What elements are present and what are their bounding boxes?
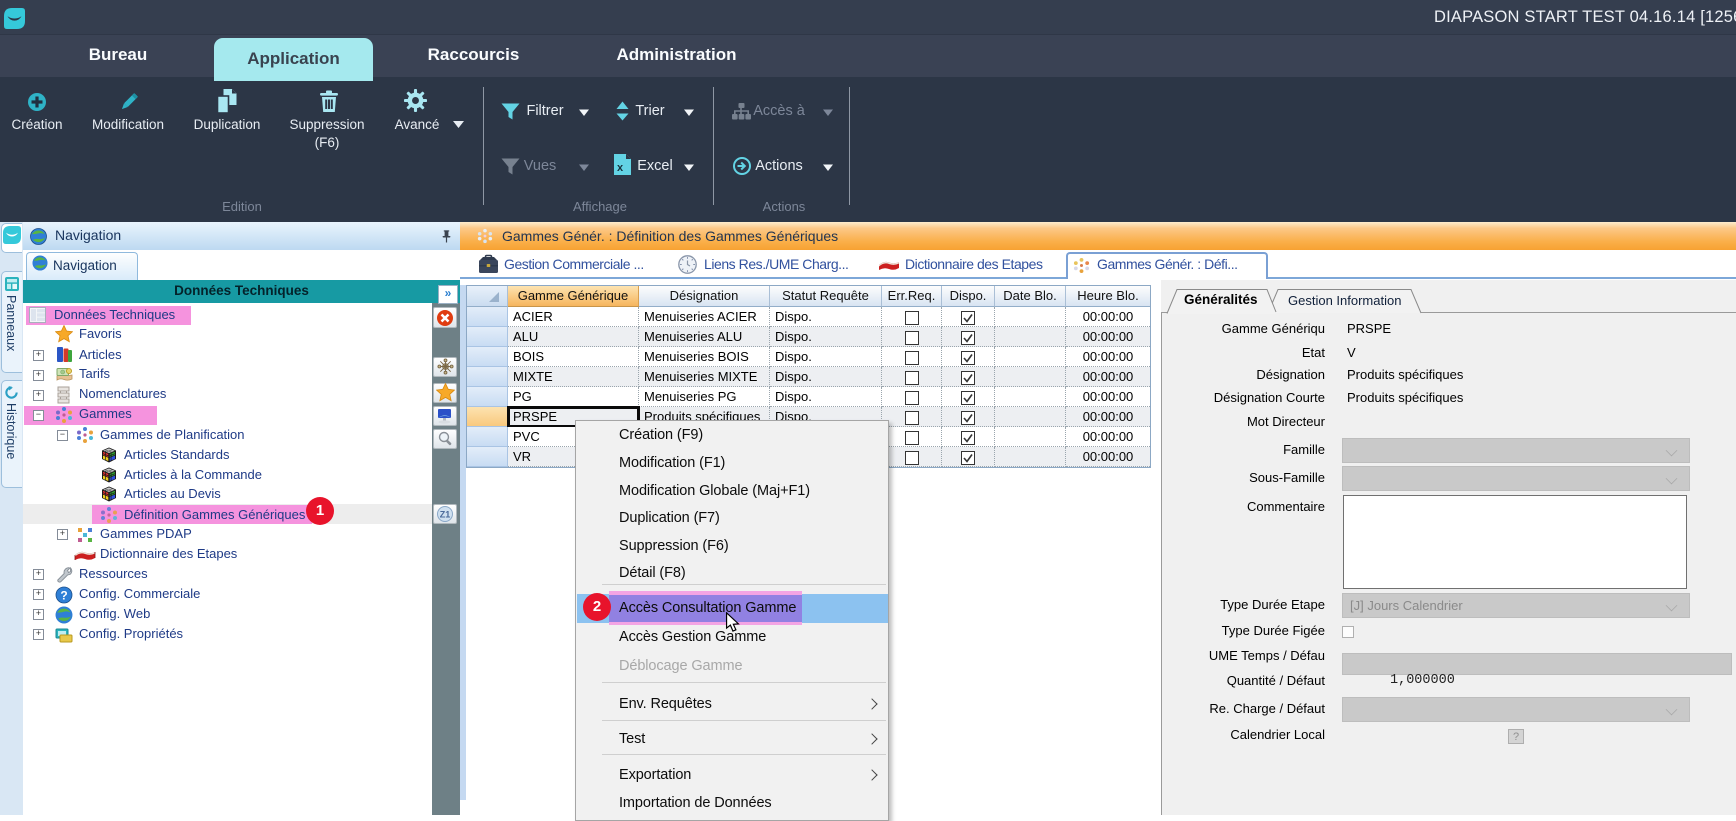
svg-text:x: x <box>617 162 624 174</box>
svg-text:Z1: Z1 <box>440 510 451 520</box>
svg-text:?: ? <box>60 589 67 603</box>
